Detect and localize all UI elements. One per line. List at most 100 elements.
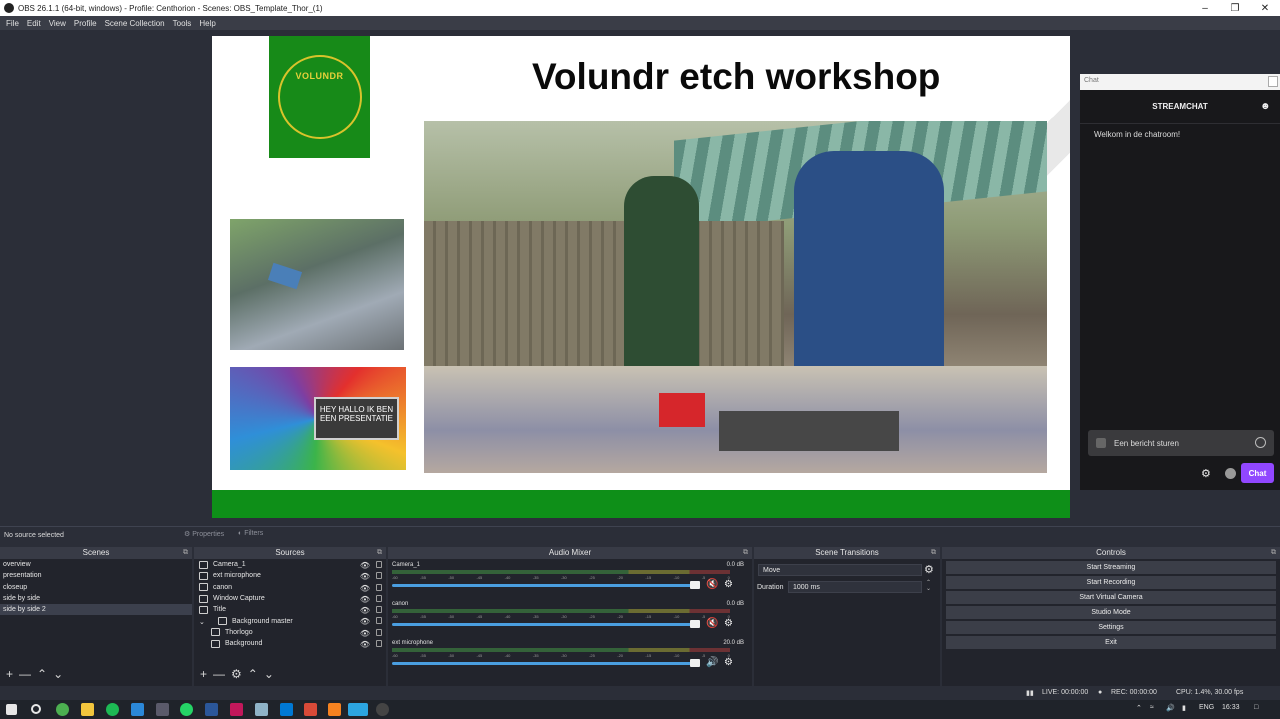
menu-view[interactable]: View <box>49 19 66 28</box>
exit-button[interactable]: Exit <box>946 636 1276 649</box>
muted-speaker-icon[interactable]: 🔇 <box>706 579 718 590</box>
dock-popout-icon[interactable]: ⧉ <box>743 547 748 559</box>
start-recording-button[interactable]: Start Recording <box>946 576 1276 589</box>
outlook-icon[interactable] <box>280 703 293 716</box>
duration-input[interactable]: 1000 ms <box>788 581 922 593</box>
obs-icon[interactable] <box>376 703 389 716</box>
dock-popout-icon[interactable]: ⧉ <box>931 547 936 559</box>
visibility-eye-icon[interactable]: 👁 <box>360 639 370 650</box>
app-icon[interactable] <box>304 703 317 716</box>
chat-send-button[interactable]: Chat <box>1241 463 1274 483</box>
search-icon[interactable] <box>31 704 41 714</box>
group-chevron-icon[interactable]: ⌄ <box>199 617 208 626</box>
start-streaming-button[interactable]: Start Streaming <box>946 561 1276 574</box>
lock-icon[interactable] <box>376 628 382 636</box>
spotify-icon[interactable] <box>106 703 119 716</box>
scene-item[interactable]: side by side <box>0 593 192 604</box>
source-row[interactable]: canon 👁 <box>194 582 386 593</box>
remove-source-icon[interactable]: — <box>213 667 225 681</box>
start-virtual-camera-button[interactable]: Start Virtual Camera <box>946 591 1276 604</box>
volume-slider-handle[interactable] <box>690 581 700 589</box>
emote-icon[interactable] <box>1255 437 1266 448</box>
whatsapp-icon[interactable] <box>180 703 193 716</box>
volume-slider[interactable] <box>392 623 696 626</box>
channel-settings-icon[interactable]: ⚙ <box>724 579 733 590</box>
transition-settings-icon[interactable]: ⚙ <box>924 563 934 576</box>
source-row[interactable]: Window Capture 👁 <box>194 593 386 604</box>
edge-icon[interactable] <box>131 703 144 716</box>
menu-tools[interactable]: Tools <box>173 19 192 28</box>
source-row[interactable]: Background 👁 <box>194 638 386 649</box>
chat-settings-icon[interactable]: ⚙ <box>1201 467 1211 480</box>
properties-button[interactable]: ⚙ Properties <box>184 530 224 538</box>
volume-slider-handle[interactable] <box>690 620 700 628</box>
studio-mode-button[interactable]: Studio Mode <box>946 606 1276 619</box>
dock-popout-icon[interactable]: ⧉ <box>183 547 188 559</box>
lock-icon[interactable] <box>376 606 382 614</box>
tray-chevron-icon[interactable]: ⌃ <box>1136 704 1142 712</box>
move-up-icon[interactable]: ⌃ <box>248 667 258 681</box>
minimize-button[interactable]: – <box>1190 0 1220 16</box>
dock-float-button[interactable] <box>1268 76 1278 87</box>
source-properties-icon[interactable]: ⚙ <box>231 667 242 681</box>
volume-slider[interactable] <box>392 584 696 587</box>
bits-icon[interactable] <box>1225 468 1236 479</box>
notifications-icon[interactable]: □ <box>1254 704 1258 711</box>
scene-item-selected[interactable]: side by side 2 <box>0 604 192 616</box>
volume-slider-handle[interactable] <box>690 659 700 667</box>
channel-settings-icon[interactable]: ⚙ <box>724 618 733 629</box>
move-down-icon[interactable]: ⌄ <box>53 667 63 681</box>
start-menu-icon[interactable] <box>6 704 17 715</box>
move-down-icon[interactable]: ⌄ <box>264 667 274 681</box>
volume-icon[interactable]: 🔊 <box>1166 704 1175 712</box>
source-row[interactable]: ext microphone 👁 <box>194 570 386 581</box>
menu-profile[interactable]: Profile <box>74 19 97 28</box>
close-button[interactable]: ✕ <box>1250 0 1280 16</box>
indesign-icon[interactable] <box>230 703 243 716</box>
lock-icon[interactable] <box>376 561 382 568</box>
source-row[interactable]: ⌄ Background master 👁 <box>194 615 386 626</box>
add-source-icon[interactable]: + <box>200 667 207 681</box>
wifi-icon[interactable]: ≈ <box>1150 704 1154 711</box>
scene-item[interactable]: presentation <box>0 570 192 581</box>
menu-edit[interactable]: Edit <box>27 19 41 28</box>
lock-icon[interactable] <box>376 617 382 625</box>
menu-help[interactable]: Help <box>199 19 215 28</box>
scene-item[interactable]: overview <box>0 559 192 570</box>
telegram-icon[interactable] <box>348 703 368 716</box>
vlc-icon[interactable] <box>328 703 341 716</box>
menu-scene-collection[interactable]: Scene Collection <box>105 19 165 28</box>
muted-speaker-icon[interactable]: 🔇 <box>706 618 718 629</box>
lock-icon[interactable] <box>376 583 382 591</box>
volume-slider[interactable] <box>392 662 696 665</box>
dock-popout-icon[interactable]: ⧉ <box>1271 547 1276 559</box>
move-up-icon[interactable]: ⌃ <box>37 667 47 681</box>
maximize-button[interactable]: ❐ <box>1220 0 1250 16</box>
language-indicator[interactable]: ENG <box>1199 704 1214 711</box>
chat-input[interactable]: Een bericht sturen <box>1088 430 1274 456</box>
clock[interactable]: 16:33 <box>1222 704 1240 711</box>
app-icon[interactable] <box>156 703 169 716</box>
channel-settings-icon[interactable]: ⚙ <box>724 657 733 668</box>
dock-popout-icon[interactable]: ⧉ <box>377 547 382 559</box>
file-explorer-icon[interactable] <box>81 703 94 716</box>
chrome-icon[interactable] <box>56 703 69 716</box>
scene-item[interactable]: closeup <box>0 582 192 593</box>
app-icon[interactable] <box>255 703 268 716</box>
lock-icon[interactable] <box>376 594 382 602</box>
settings-button[interactable]: Settings <box>946 621 1276 634</box>
menu-file[interactable]: File <box>6 19 19 28</box>
lock-icon[interactable] <box>376 640 382 648</box>
source-row[interactable]: Thorlogo 👁 <box>194 627 386 638</box>
preview-canvas[interactable]: VOLUNDR Volundr etch workshop HEY HALLO … <box>212 36 1070 518</box>
transition-select[interactable]: Move <box>758 564 922 576</box>
lock-icon[interactable] <box>376 572 382 580</box>
source-row[interactable]: Camera_1 👁 <box>194 559 386 570</box>
add-scene-icon[interactable]: + <box>6 667 13 681</box>
word-icon[interactable] <box>205 703 218 716</box>
duration-stepper[interactable]: ⌃ ⌄ <box>926 580 931 592</box>
battery-icon[interactable]: ▮ <box>1182 704 1186 712</box>
filters-button[interactable]: ◐ Filters <box>238 530 263 537</box>
remove-scene-icon[interactable]: — <box>19 667 31 681</box>
source-row[interactable]: Title 👁 <box>194 604 386 615</box>
